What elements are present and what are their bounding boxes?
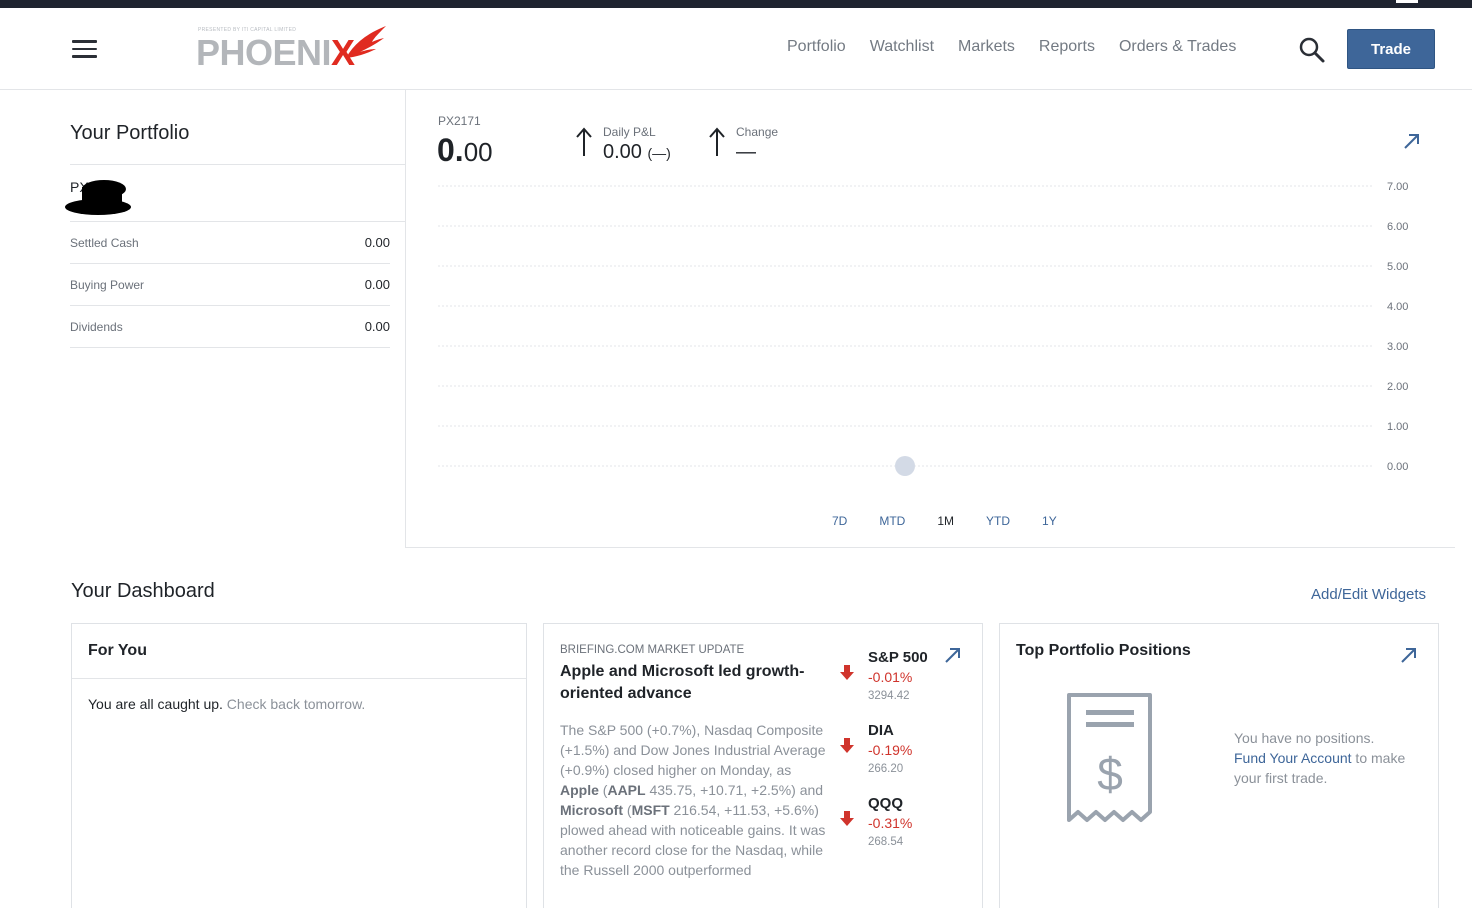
phoenix-wing-icon bbox=[346, 26, 386, 58]
briefing-body: The S&P 500 (+0.7%), Nasdaq Composite (+… bbox=[560, 720, 828, 880]
stat-value: 0.00 bbox=[364, 277, 390, 292]
body-text: 435.75, +10.71, +2.5%) and bbox=[645, 782, 824, 798]
no-positions-text: You have no positions. bbox=[1234, 730, 1375, 746]
y-tick-label: 0.00 bbox=[1387, 461, 1408, 473]
index-name: QQQ bbox=[868, 795, 904, 812]
y-tick-label: 2.00 bbox=[1387, 381, 1408, 393]
stat-row-buying-power: Buying Power 0.00 bbox=[70, 264, 390, 306]
main-nav: Portfolio Watchlist Markets Reports Orde… bbox=[787, 38, 1236, 56]
no-positions-message: You have no positions. Fund Your Account … bbox=[1234, 728, 1414, 788]
body-strong: Apple bbox=[560, 782, 599, 798]
y-tick-label: 6.00 bbox=[1387, 221, 1408, 233]
arrow-down-icon bbox=[840, 811, 854, 826]
range-tab-ytd[interactable]: YTD bbox=[970, 514, 1026, 528]
for-you-card: For You You are all caught up. Check bac… bbox=[71, 623, 527, 908]
logo-wordmark: PHOENIX bbox=[196, 32, 355, 73]
nav-portfolio[interactable]: Portfolio bbox=[787, 38, 846, 56]
fund-account-link[interactable]: Fund Your Account bbox=[1234, 750, 1352, 766]
index-value: 3294.42 bbox=[868, 690, 910, 702]
y-tick-label: 4.00 bbox=[1387, 301, 1408, 313]
y-tick-label: 1.00 bbox=[1387, 421, 1408, 433]
briefing-source: BRIEFING.COM MARKET UPDATE bbox=[560, 644, 745, 656]
portfolio-panel: Your Portfolio PX Settled Cash 0.00 Buyi… bbox=[55, 90, 406, 548]
performance-chart-panel: PX2171 0.00 Daily P&L 0.00 (—) Change — … bbox=[406, 90, 1455, 548]
range-tab-7d[interactable]: 7D bbox=[816, 514, 863, 528]
range-tab-1m[interactable]: 1M bbox=[921, 514, 970, 528]
body-strong: AAPL bbox=[607, 782, 646, 798]
message-strong: You are all caught up. bbox=[88, 696, 223, 712]
body-text: ( bbox=[623, 802, 632, 818]
stat-label: Dividends bbox=[70, 320, 123, 334]
index-value: 268.54 bbox=[868, 836, 904, 848]
main-header: PRESENTED BY ITI CAPITAL LIMITED PHOENIX… bbox=[0, 8, 1472, 90]
range-tab-1y[interactable]: 1Y bbox=[1026, 514, 1073, 528]
stat-value: 0.00 bbox=[364, 319, 390, 334]
account-selector[interactable]: PX bbox=[65, 164, 406, 222]
redaction-mark bbox=[65, 180, 131, 215]
y-tick-label: 7.00 bbox=[1387, 181, 1408, 193]
hamburger-menu-icon[interactable] bbox=[72, 40, 97, 58]
stat-value: 0.00 bbox=[364, 235, 390, 250]
nav-markets[interactable]: Markets bbox=[958, 38, 1015, 56]
svg-text:$: $ bbox=[1097, 748, 1123, 800]
receipt-dollar-icon: $ bbox=[1067, 693, 1152, 822]
index-change: -0.01% bbox=[868, 669, 913, 685]
market-briefing-card: BRIEFING.COM MARKET UPDATE Apple and Mic… bbox=[543, 623, 983, 908]
expand-positions-icon[interactable] bbox=[1400, 646, 1418, 664]
performance-chart: 7.00 6.00 5.00 4.00 3.00 2.00 1.00 0.00 bbox=[438, 181, 1408, 476]
nav-reports[interactable]: Reports bbox=[1039, 38, 1095, 56]
dashboard-title: Your Dashboard bbox=[71, 580, 215, 602]
portfolio-title: Your Portfolio bbox=[70, 122, 190, 144]
message-muted: Check back tomorrow. bbox=[222, 696, 366, 712]
stat-label: Settled Cash bbox=[70, 236, 139, 250]
divider bbox=[72, 678, 526, 679]
strip-icon bbox=[1396, 0, 1418, 3]
arrow-down-icon bbox=[840, 738, 854, 753]
stat-row-settled-cash: Settled Cash 0.00 bbox=[70, 222, 390, 264]
body-strong: MSFT bbox=[631, 802, 670, 818]
range-tab-mtd[interactable]: MTD bbox=[863, 514, 921, 528]
top-strip bbox=[0, 0, 1472, 8]
nav-watchlist[interactable]: Watchlist bbox=[870, 38, 934, 56]
index-change: -0.31% bbox=[868, 815, 913, 831]
top-positions-card: Top Portfolio Positions $ You have no po… bbox=[999, 623, 1439, 908]
phoenix-logo[interactable]: PRESENTED BY ITI CAPITAL LIMITED PHOENIX bbox=[196, 24, 392, 73]
body-strong: Microsoft bbox=[560, 802, 623, 818]
trade-button[interactable]: Trade bbox=[1347, 29, 1435, 69]
y-tick-label: 5.00 bbox=[1387, 261, 1408, 273]
stat-label: Buying Power bbox=[70, 278, 145, 292]
index-name: DIA bbox=[868, 722, 894, 739]
nav-orders-trades[interactable]: Orders & Trades bbox=[1119, 38, 1236, 56]
stat-row-dividends: Dividends 0.00 bbox=[70, 306, 390, 348]
range-tabs: 7D MTD 1M YTD 1Y bbox=[816, 514, 1073, 528]
search-icon[interactable] bbox=[1298, 36, 1326, 64]
index-name: S&P 500 bbox=[868, 649, 928, 666]
index-change: -0.19% bbox=[868, 742, 913, 758]
index-value: 266.20 bbox=[868, 763, 904, 775]
expand-briefing-icon[interactable] bbox=[944, 646, 962, 664]
add-edit-widgets-link[interactable]: Add/Edit Widgets bbox=[1311, 586, 1426, 603]
for-you-title: For You bbox=[88, 642, 147, 659]
y-tick-label: 3.00 bbox=[1387, 341, 1408, 353]
arrow-down-icon bbox=[840, 665, 854, 680]
chart-point[interactable] bbox=[895, 456, 915, 476]
top-positions-title: Top Portfolio Positions bbox=[1016, 642, 1191, 659]
body-text: The S&P 500 (+0.7%), Nasdaq Composite (+… bbox=[560, 722, 826, 778]
briefing-headline[interactable]: Apple and Microsoft led growth-oriented … bbox=[560, 661, 830, 705]
for-you-message: You are all caught up. Check back tomorr… bbox=[88, 696, 365, 712]
